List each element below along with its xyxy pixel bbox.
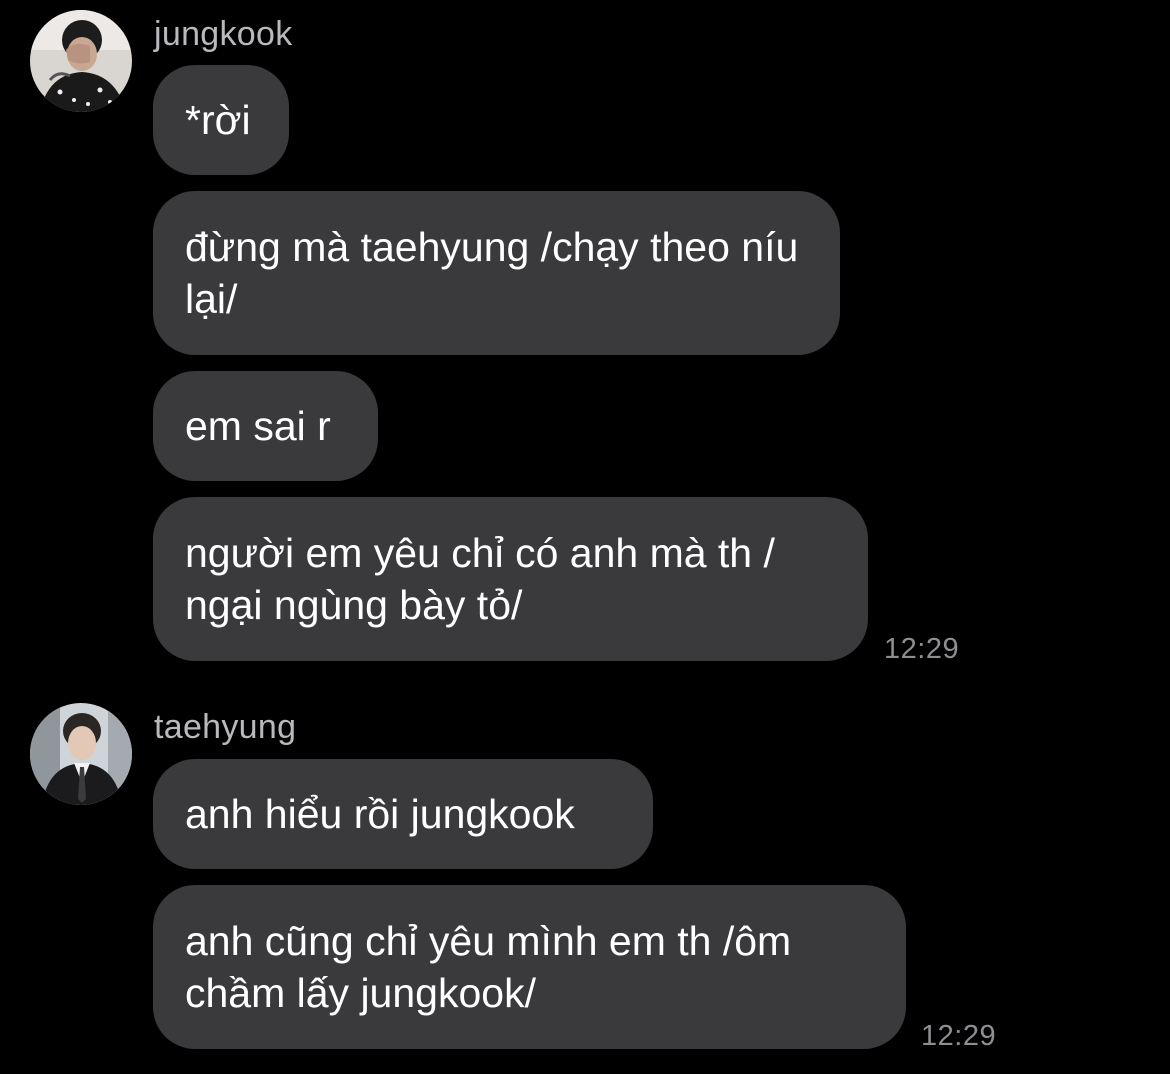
taehyung-avatar-icon (30, 703, 132, 805)
sender-name: taehyung (154, 708, 297, 746)
message-timestamp: 12:29 (884, 633, 960, 665)
message-bubble[interactable]: anh cũng chỉ yêu mình em th /ôm chầm lấy… (153, 885, 906, 1049)
message-timestamp: 12:29 (921, 1020, 997, 1052)
message-text: người em yêu chỉ có anh mà th / ngại ngù… (185, 530, 775, 628)
message-bubble[interactable]: anh hiểu rồi jungkook (153, 759, 653, 869)
jungkook-avatar-icon (30, 10, 132, 112)
message-bubble[interactable]: *rời (153, 65, 289, 175)
message-bubble[interactable]: người em yêu chỉ có anh mà th / ngại ngù… (153, 497, 868, 661)
message-text: anh hiểu rồi jungkook (185, 791, 575, 837)
message-bubble[interactable]: em sai r (153, 371, 378, 481)
message-text: em sai r (185, 403, 331, 449)
message-text: *rời (185, 97, 251, 143)
sender-name: jungkook (154, 15, 293, 53)
jungkook-avatar[interactable] (30, 10, 132, 112)
message-text: anh cũng chỉ yêu mình em th /ôm chầm lấy… (185, 918, 792, 1016)
message-text: đừng mà taehyung /chạy theo níu lại/ (185, 224, 799, 322)
taehyung-avatar[interactable] (30, 703, 132, 805)
message-bubble[interactable]: đừng mà taehyung /chạy theo níu lại/ (153, 191, 840, 355)
